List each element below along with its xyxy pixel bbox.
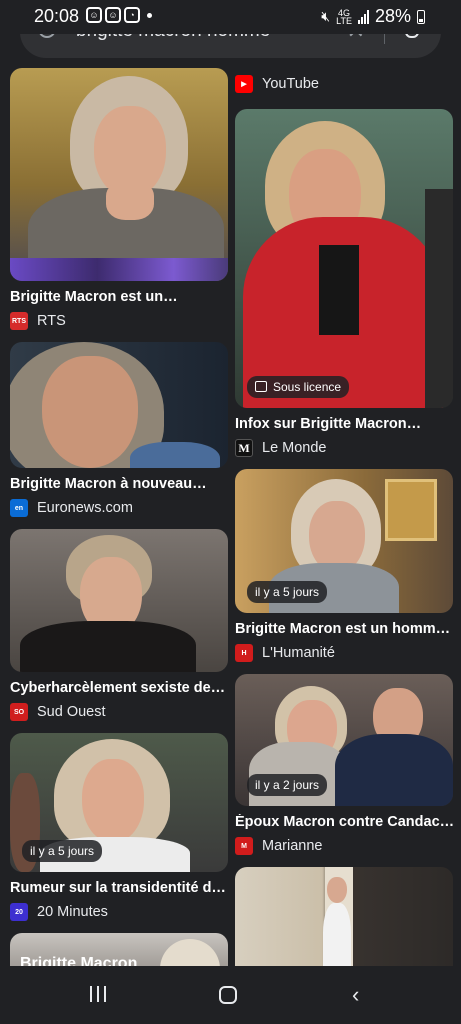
status-right: 🔇︎ 4G LTE 28% — [321, 6, 425, 27]
youtube-result-source[interactable]: ▶ YouTube — [235, 68, 453, 100]
recents-icon[interactable] — [90, 986, 106, 1002]
20-minutes-icon: 20 — [10, 903, 28, 921]
image-result[interactable]: Cyberharcèlement sexiste de… SO Sud Oues… — [10, 529, 228, 721]
result-source[interactable]: 20 20 Minutes — [10, 903, 228, 921]
results-column-left: Brigitte Macron est un… RTS RTS Brigitte… — [10, 68, 228, 985]
app-notification-icon: ☺ — [105, 7, 121, 23]
notification-icons: ☺ ☺ ◔ — [86, 7, 152, 23]
result-source[interactable]: H L'Humanité — [235, 644, 453, 662]
image-icon — [255, 381, 267, 392]
result-source[interactable]: M Le Monde — [235, 439, 453, 457]
source-name: RTS — [37, 313, 66, 329]
result-title[interactable]: Brigitte Macron est un… — [10, 289, 228, 305]
results-column-right: ▶ YouTube Sous licence Infox sur Brigitt… — [235, 68, 453, 989]
result-thumbnail[interactable]: il y a 2 jours — [235, 674, 453, 806]
result-title[interactable]: Brigitte Macron est un homm… — [235, 621, 453, 637]
result-source[interactable]: M Marianne — [235, 837, 453, 855]
battery-icon — [417, 9, 425, 24]
image-result[interactable]: il y a 5 jours Brigitte Macron est un ho… — [235, 469, 453, 662]
result-thumbnail[interactable]: Sous licence — [235, 109, 453, 408]
result-thumbnail[interactable]: il y a 5 jours — [10, 733, 228, 872]
humanite-icon: H — [235, 644, 253, 662]
signal-icon — [357, 9, 369, 24]
result-thumbnail[interactable] — [235, 867, 453, 977]
more-notifications-icon — [147, 13, 152, 18]
result-title[interactable]: Rumeur sur la transidentité d… — [10, 880, 228, 896]
time-badge: il y a 5 jours — [22, 840, 103, 862]
result-thumbnail[interactable] — [10, 342, 228, 468]
navigation-bar: ‹ — [0, 966, 461, 1024]
battery-percentage: 28% — [374, 6, 411, 26]
le-monde-icon: M — [235, 439, 253, 457]
result-title[interactable]: Cyberharcèlement sexiste de… — [10, 680, 228, 696]
source-name: Le Monde — [262, 440, 327, 456]
status-bar: 20:08 ☺ ☺ ◔ 🔇︎ 4G LTE 28% — [0, 0, 461, 34]
app-notification-icon: ◔ — [124, 7, 140, 23]
source-name: L'Humanité — [262, 645, 335, 661]
result-thumbnail[interactable]: il y a 5 jours — [235, 469, 453, 613]
time-badge: il y a 5 jours — [247, 581, 328, 603]
youtube-icon: ▶ — [235, 75, 253, 93]
mute-icon: 🔇︎ — [321, 8, 331, 24]
rts-icon: RTS — [10, 312, 28, 330]
image-result[interactable]: il y a 5 jours Rumeur sur la transidenti… — [10, 733, 228, 921]
image-result[interactable]: Sous licence Infox sur Brigitte Macron… … — [235, 109, 453, 457]
result-title[interactable]: Infox sur Brigitte Macron… — [235, 416, 453, 432]
image-result[interactable]: Brigitte Macron à nouveau… en Euronews.c… — [10, 342, 228, 517]
result-source[interactable]: RTS RTS — [10, 312, 228, 330]
source-name: 20 Minutes — [37, 904, 108, 920]
home-icon[interactable] — [219, 986, 237, 1004]
source-name: Marianne — [262, 838, 323, 854]
result-title[interactable]: Brigitte Macron à nouveau… — [10, 476, 228, 492]
status-time: 20:08 — [34, 6, 80, 26]
marianne-icon: M — [235, 837, 253, 855]
result-source[interactable]: SO Sud Ouest — [10, 703, 228, 721]
result-title[interactable]: Époux Macron contre Candac… — [235, 814, 453, 830]
source-name: Sud Ouest — [37, 704, 106, 720]
sud-ouest-icon: SO — [10, 703, 28, 721]
result-thumbnail[interactable] — [10, 68, 228, 281]
image-result[interactable]: Brigitte Macron est un… RTS RTS — [10, 68, 228, 330]
image-result[interactable] — [235, 867, 453, 977]
source-name: YouTube — [262, 76, 319, 92]
source-name: Euronews.com — [37, 500, 133, 516]
time-badge: il y a 2 jours — [247, 774, 328, 796]
back-icon[interactable]: ‹ — [352, 982, 359, 1008]
result-source[interactable]: en Euronews.com — [10, 499, 228, 517]
network-icon: 4G LTE — [336, 7, 352, 26]
image-result[interactable]: il y a 2 jours Époux Macron contre Canda… — [235, 674, 453, 855]
result-thumbnail[interactable] — [10, 529, 228, 672]
euronews-icon: en — [10, 499, 28, 517]
app-notification-icon: ☺ — [86, 7, 102, 23]
license-badge: Sous licence — [247, 376, 350, 398]
